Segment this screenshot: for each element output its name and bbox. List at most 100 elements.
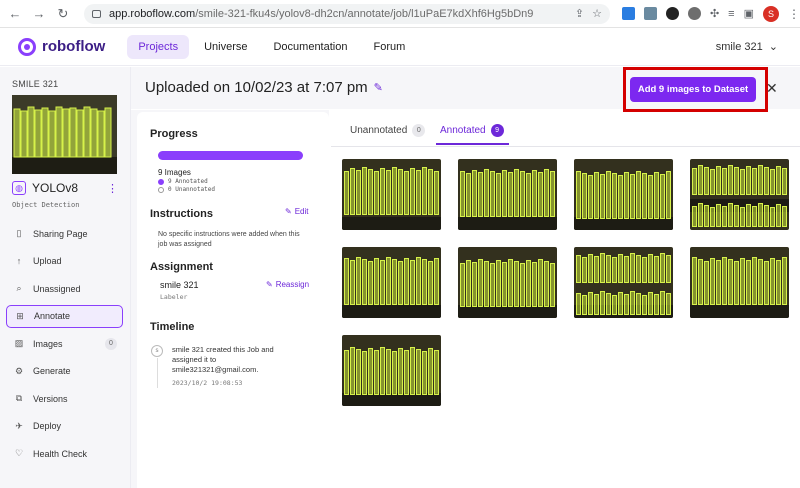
annotated-image-thumbnail[interactable] (342, 159, 441, 230)
tab-count: 9 (490, 124, 504, 137)
annotation-box (648, 292, 653, 315)
images-icon: ▨ (14, 338, 24, 348)
sidebar-item-deploy[interactable]: ✈ Deploy (6, 415, 123, 438)
annotation-box (648, 175, 653, 219)
nav-documentation[interactable]: Documentation (262, 35, 358, 59)
bookmark-star-icon[interactable]: ☆ (592, 7, 602, 20)
annotated-image-thumbnail[interactable] (458, 159, 557, 230)
annotated-image-thumbnail[interactable] (342, 335, 441, 406)
sidebar-menu: ▯ Sharing Page ↑ Upload ⌕ Unassigned ⊞ Annot… (6, 222, 123, 470)
reading-list-icon[interactable]: ≡ (728, 8, 734, 20)
extension-icon[interactable] (665, 7, 679, 20)
url-text: app.roboflow.com/smile-321-fku4s/yolov8-… (109, 8, 567, 20)
annotated-image-thumbnail[interactable] (690, 159, 789, 230)
annotation-box (410, 260, 415, 305)
project-thumbnail[interactable] (12, 95, 117, 174)
annotation-box (514, 261, 519, 307)
annotation-box (460, 263, 465, 307)
extension-icon[interactable] (643, 7, 657, 20)
timeline-heading: Timeline (150, 321, 195, 333)
nav-forum[interactable]: Forum (362, 35, 416, 59)
annotation-box (526, 173, 531, 217)
annotation-box (716, 204, 721, 227)
annotation-box (660, 253, 665, 283)
annotation-box (350, 168, 355, 215)
sidebar-item-upload[interactable]: ↑ Upload (6, 250, 123, 273)
annotated-image-thumbnail[interactable] (690, 247, 789, 318)
project-thumbnail-image (12, 95, 117, 174)
annotation-box (484, 261, 489, 307)
annotated-image-thumbnail[interactable] (574, 247, 673, 318)
annotated-image-thumbnail[interactable] (342, 247, 441, 318)
annotation-box (478, 172, 483, 217)
annotation-box (728, 259, 733, 305)
unannotated-dot (158, 186, 164, 193)
annotation-box (428, 261, 433, 305)
side-panel-icon[interactable]: ▣ (744, 7, 754, 20)
forward-icon[interactable]: → (32, 6, 46, 21)
sidebar-item-health-check[interactable]: ♡ Health Check (6, 442, 123, 465)
close-icon[interactable]: ✕ (766, 80, 778, 97)
annotation-box (666, 255, 671, 283)
annotation-box (368, 261, 373, 305)
annotation-box (740, 169, 745, 195)
add-to-dataset-button[interactable]: Add 9 images to Dataset (630, 77, 756, 102)
annotation-box (490, 263, 495, 307)
annotation-box (722, 257, 727, 305)
annotation-box (728, 165, 733, 195)
annotation-box (770, 207, 775, 227)
annotation-box (606, 171, 611, 219)
annotation-box (612, 257, 617, 283)
annotation-box (776, 166, 781, 195)
puzzle-icon[interactable]: ✣ (710, 7, 719, 20)
annotation-box (520, 171, 525, 217)
nav-universe[interactable]: Universe (193, 35, 258, 59)
user-menu[interactable]: smile 321 ⌄ (716, 40, 778, 54)
annotation-box (734, 261, 739, 305)
annotation-box (422, 259, 427, 305)
annotation-box (362, 167, 367, 215)
tab-unannotated[interactable]: Unannotated 0 (350, 124, 426, 137)
sidebar-item-annotate[interactable]: ⊞ Annotate (6, 304, 123, 328)
reload-icon[interactable]: ↻ (56, 6, 70, 22)
brand[interactable]: roboflow (18, 37, 105, 56)
sidebar-item-sharing-page[interactable]: ▯ Sharing Page (6, 222, 123, 245)
annotation-box (716, 166, 721, 195)
reassign-link[interactable]: ✎ Reassign (266, 280, 309, 289)
sidebar-item-label: Sharing Page (33, 228, 88, 239)
annotated-image-thumbnail[interactable] (574, 159, 673, 230)
sidebar-item-generate[interactable]: ⚙ Generate (6, 360, 123, 383)
sidebar-item-unassigned[interactable]: ⌕ Unassigned (6, 277, 123, 300)
workspace-name: SMILE 321 (12, 79, 59, 89)
project-menu-icon[interactable]: ⋮ (107, 182, 118, 195)
sidebar-item-label: Unassigned (33, 283, 81, 294)
nav-projects[interactable]: Projects (127, 34, 190, 59)
annotation-box (782, 206, 787, 227)
sidebar-item-images[interactable]: ▨ Images 0 (6, 332, 123, 355)
annotation-box (466, 173, 471, 217)
annotation-box (630, 291, 635, 315)
tab-annotated[interactable]: Annotated 9 (440, 124, 504, 137)
annotated-image-thumbnail[interactable] (458, 247, 557, 318)
annotation-box (630, 253, 635, 283)
extension-icon[interactable] (621, 7, 635, 20)
annotation-box (654, 294, 659, 315)
more-menu-icon[interactable]: ⋮ (788, 7, 800, 21)
annotation-box (600, 174, 605, 219)
sidebar-item-versions[interactable]: ⧉ Versions (6, 387, 123, 410)
annotation-box (344, 171, 349, 215)
edit-instructions-link[interactable]: ✎ Edit (285, 207, 309, 216)
annotation-box (368, 348, 373, 395)
annotation-box (416, 349, 421, 395)
address-bar[interactable]: app.roboflow.com/smile-321-fku4s/yolov8-… (84, 3, 610, 24)
share-icon[interactable]: ⇪ (575, 7, 584, 20)
edit-title-icon[interactable]: ✎ (374, 81, 383, 94)
versions-icon: ⧉ (15, 393, 23, 403)
project-selector[interactable]: ◍ YOLOv8 ⋮ (12, 181, 118, 195)
instructions-text: No specific instructions were added when… (158, 231, 300, 248)
extension-icon[interactable] (687, 7, 701, 20)
profile-avatar[interactable]: S (763, 5, 779, 22)
annotation-box (624, 256, 629, 283)
annotation-box (612, 173, 617, 219)
back-icon[interactable]: ← (8, 6, 22, 21)
